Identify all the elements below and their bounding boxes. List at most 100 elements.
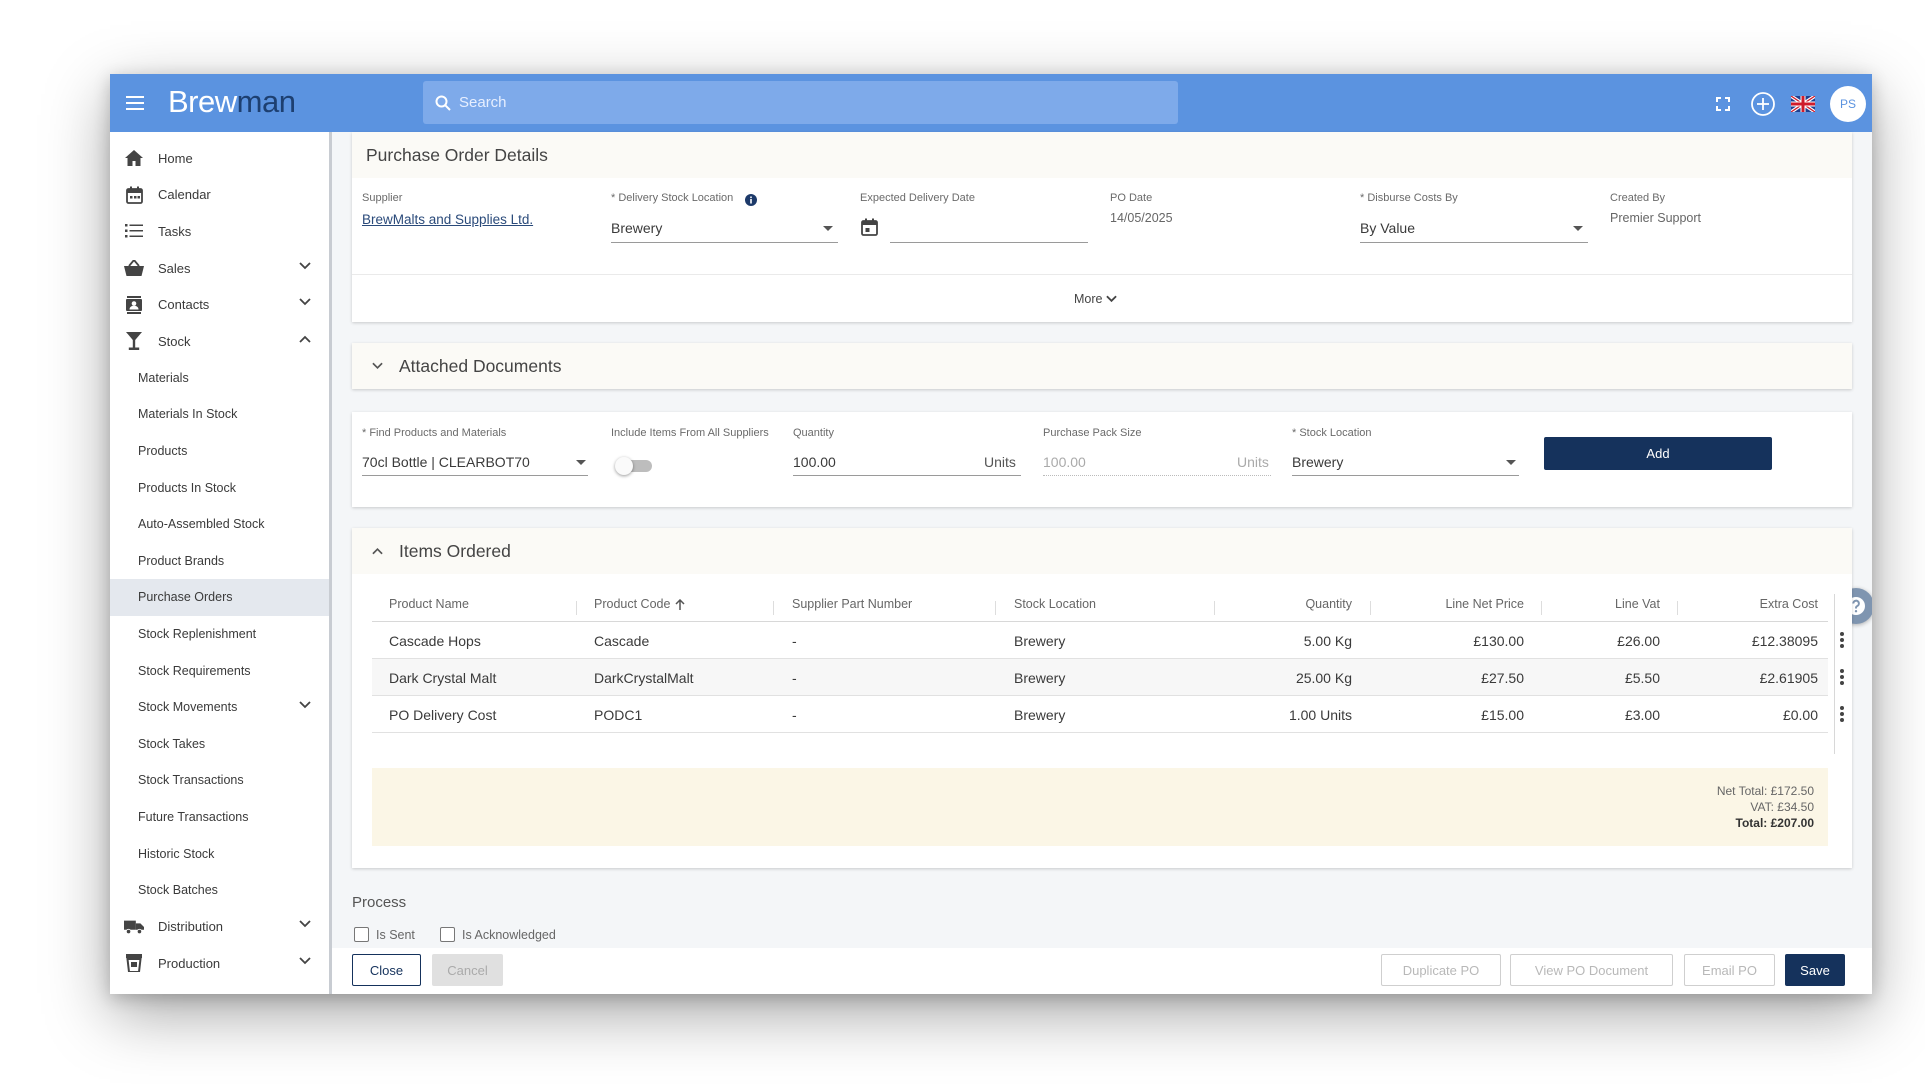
caret-down-icon[interactable] [1506,460,1516,465]
sidebar-item-tasks[interactable]: Tasks [110,213,329,250]
attached-documents-card[interactable]: Attached Documents [352,343,1852,389]
chevron-down-icon[interactable] [299,701,311,709]
sidebar-item-label: Stock Movements [138,700,238,715]
sidebar-item-distribution[interactable]: Distribution [110,908,329,945]
caret-down-icon[interactable] [576,460,586,465]
po-details-card: Purchase Order Details Supplier BrewMalt… [352,132,1852,322]
list-icon [124,221,144,241]
search-input[interactable] [459,94,1139,111]
include-all-suppliers-toggle[interactable] [615,457,652,475]
sidebar-item-home[interactable]: Home [110,140,329,177]
col-product-code[interactable]: Product Code [594,597,685,611]
disburse-underline [1360,242,1588,243]
pack-size-unit: Units [1237,454,1269,470]
uk-flag-icon[interactable] [1790,91,1816,117]
sidebar-item-stock-replenishment[interactable]: Stock Replenishment [110,616,329,653]
col-product-name[interactable]: Product Name [389,597,469,611]
sidebar-item-stock-takes[interactable]: Stock Takes [110,726,329,763]
more-toggle[interactable]: More [1074,292,1118,306]
basket-icon [124,258,144,278]
cell-line-net-price: £27.50 [1481,670,1524,686]
sidebar-item-materials[interactable]: Materials [110,360,329,397]
chevron-up-icon[interactable] [372,547,383,555]
cell-product-name: PO Delivery Cost [389,707,497,723]
table-row[interactable]: Dark Crystal Malt DarkCrystalMalt - Brew… [372,659,1844,696]
menu-icon[interactable] [124,92,146,114]
sidebar-item-materials-in-stock[interactable]: Materials In Stock [110,396,329,433]
stock-location-select[interactable]: Brewery [1292,454,1343,470]
caret-down-icon[interactable] [823,226,833,231]
chevron-down-icon[interactable] [299,920,311,928]
find-products-select[interactable]: 70cl Bottle | CLEARBOT70 [362,454,530,470]
sidebar-item-historic-stock[interactable]: Historic Stock [110,835,329,872]
search-bar[interactable] [423,81,1178,124]
col-line-net-price[interactable]: Line Net Price [1382,597,1524,611]
add-item-button[interactable]: Add [1544,437,1772,470]
quantity-unit: Units [984,454,1016,470]
chevron-down-icon[interactable] [299,957,311,965]
sidebar-item-product-brands[interactable]: Product Brands [110,543,329,580]
sidebar-item-stock-requirements[interactable]: Stock Requirements [110,652,329,689]
email-po-button[interactable]: Email PO [1684,954,1775,986]
sidebar-item-stock[interactable]: Stock [110,323,329,360]
col-quantity[interactable]: Quantity [1232,597,1352,611]
cell-product-code: DarkCrystalMalt [594,670,694,686]
caret-down-icon[interactable] [1573,226,1583,231]
close-button[interactable]: Close [352,954,421,986]
sidebar-item-production[interactable]: Production [110,945,329,982]
sidebar-item-label: Stock Batches [138,883,218,898]
chevron-down-icon[interactable] [299,262,311,270]
search-icon [435,95,451,111]
col-stock-location[interactable]: Stock Location [1014,597,1096,611]
actions-column-divider [1834,594,1835,754]
is-sent-checkbox[interactable] [354,927,369,942]
cell-product-name: Cascade Hops [389,633,481,649]
col-supplier-part-number[interactable]: Supplier Part Number [792,597,912,611]
user-avatar[interactable]: PS [1830,86,1866,122]
row-menu-icon[interactable] [1840,632,1844,650]
info-icon[interactable] [745,194,757,206]
sidebar-item-label: Production [158,955,221,971]
col-extra-cost[interactable]: Extra Cost [1688,597,1818,611]
sidebar-item-stock-movements[interactable]: Stock Movements [110,689,329,726]
logo-text-brew: Brew [168,84,237,119]
sidebar-item-future-transactions[interactable]: Future Transactions [110,799,329,836]
sidebar-item-contacts[interactable]: Contacts [110,286,329,323]
calendar-picker-icon[interactable] [861,218,878,236]
quantity-input[interactable]: 100.00 [793,454,836,470]
fullscreen-icon[interactable] [1710,91,1736,117]
chevron-up-icon[interactable] [299,335,311,343]
sidebar-item-calendar[interactable]: Calendar [110,177,329,214]
chevron-down-icon[interactable] [372,362,383,370]
table-row[interactable]: Cascade Hops Cascade - Brewery 5.00 Kg £… [372,622,1844,659]
sidebar-item-auto-assembled-stock[interactable]: Auto-Assembled Stock [110,506,329,543]
column-separator [1677,601,1678,615]
table-row[interactable]: PO Delivery Cost PODC1 - Brewery 1.00 Un… [372,696,1844,733]
col-line-vat[interactable]: Line Vat [1552,597,1660,611]
sidebar-item-products[interactable]: Products [110,433,329,470]
sidebar-item-sales[interactable]: Sales [110,250,329,287]
cell-line-vat: £5.50 [1624,670,1660,686]
chevron-down-icon[interactable] [299,298,311,306]
view-po-document-button[interactable]: View PO Document [1510,954,1673,986]
add-circle-icon[interactable] [1750,91,1776,117]
created-by-value: Premier Support [1610,211,1702,225]
is-acknowledged-checkbox[interactable] [440,927,455,942]
logo-text-man: man [236,84,296,119]
duplicate-po-button[interactable]: Duplicate PO [1381,954,1501,986]
supplier-link[interactable]: BrewMalts and Supplies Ltd. [362,212,533,227]
sidebar-item-stock-transactions[interactable]: Stock Transactions [110,762,329,799]
disburse-select[interactable]: By Value [1360,220,1415,236]
save-button[interactable]: Save [1785,954,1845,986]
sidebar-item-products-in-stock[interactable]: Products In Stock [110,469,329,506]
row-menu-icon[interactable] [1840,706,1844,724]
sidebar-item-purchase-orders[interactable]: Purchase Orders [110,579,329,616]
sidebar-item-stock-batches[interactable]: Stock Batches [110,872,329,909]
items-ordered-header[interactable]: Items Ordered [352,528,1852,574]
cancel-button[interactable]: Cancel [432,954,503,986]
pack-size-input: 100.00 [1043,454,1086,470]
delivery-location-select[interactable]: Brewery [611,220,662,236]
brewman-logo[interactable]: Brewman [168,84,296,120]
cell-product-code: PODC1 [594,707,643,723]
row-menu-icon[interactable] [1840,669,1844,687]
